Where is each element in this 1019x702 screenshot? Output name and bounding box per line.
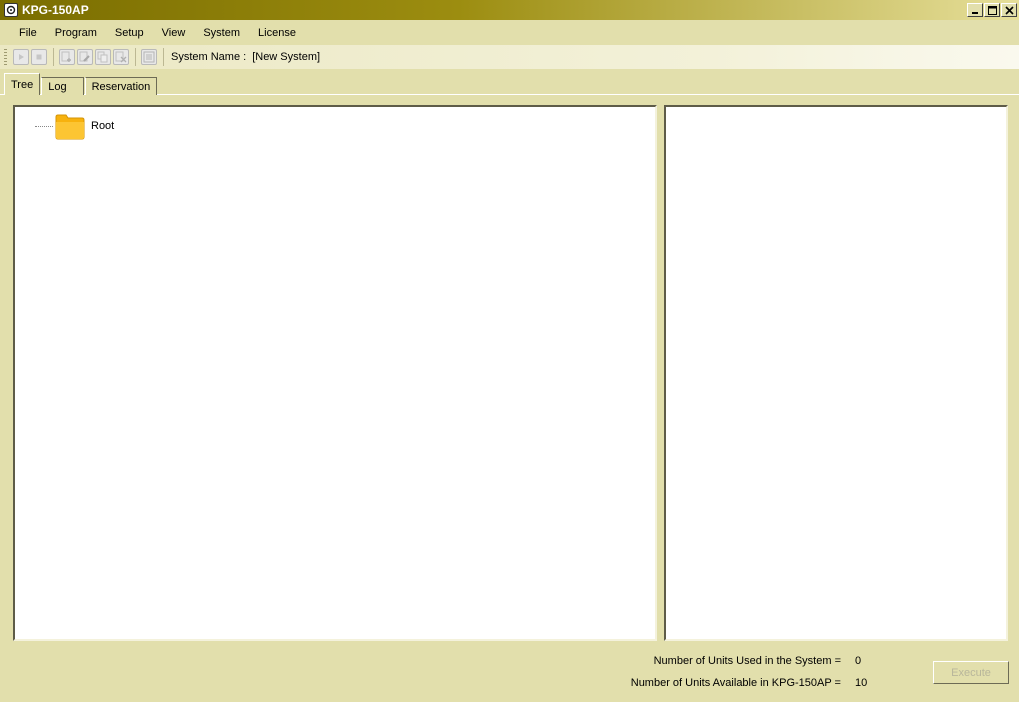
units-available-row: Number of Units Available in KPG-150AP =…: [600, 677, 868, 689]
toolbar-separator: [135, 48, 136, 66]
stop-icon[interactable]: [31, 49, 47, 65]
menu-view[interactable]: View: [153, 27, 195, 39]
delete-unit-icon[interactable]: [113, 49, 129, 65]
menu-file[interactable]: File: [10, 27, 46, 39]
system-name-value: [New System]: [252, 51, 321, 63]
toolbar-separator: [163, 48, 164, 66]
detail-panel[interactable]: [664, 105, 1008, 641]
toolbar-separator: [53, 48, 54, 66]
execute-button[interactable]: Execute: [933, 661, 1009, 684]
tree-node-root[interactable]: Root: [35, 112, 114, 140]
play-icon[interactable]: [13, 49, 29, 65]
tree-connector: [35, 125, 53, 127]
menu-bar: File Program Setup View System License: [0, 22, 1019, 44]
units-used-label: Number of Units Used in the System =: [653, 655, 841, 667]
units-used-value: 0: [855, 655, 862, 667]
title-bar: KPG-150AP: [0, 0, 1019, 20]
app-icon[interactable]: [4, 3, 18, 17]
properties-icon[interactable]: [141, 49, 157, 65]
close-button[interactable]: [1001, 3, 1017, 17]
toolbar-grip[interactable]: [4, 49, 7, 65]
system-name-label: System Name :: [171, 51, 247, 63]
units-available-label: Number of Units Available in KPG-150AP =: [630, 677, 841, 689]
folder-icon: [55, 112, 85, 140]
tab-tree[interactable]: Tree: [4, 73, 41, 95]
menu-system[interactable]: System: [194, 27, 249, 39]
tree-node-label: Root: [91, 120, 115, 132]
maximize-button[interactable]: [984, 3, 1000, 17]
tab-reservation[interactable]: Reservation: [84, 77, 158, 95]
add-unit-icon[interactable]: [59, 49, 75, 65]
tree-panel[interactable]: Root: [13, 105, 657, 641]
menu-license[interactable]: License: [249, 27, 305, 39]
edit-unit-icon[interactable]: [77, 49, 93, 65]
minimize-button[interactable]: [967, 3, 983, 17]
units-used-row: Number of Units Used in the System = 0: [600, 655, 862, 667]
units-available-value: 10: [855, 677, 868, 689]
menu-program[interactable]: Program: [46, 27, 106, 39]
copy-unit-icon[interactable]: [95, 49, 111, 65]
menu-setup[interactable]: Setup: [106, 27, 153, 39]
window-controls: [967, 3, 1017, 17]
tab-log[interactable]: Log: [41, 77, 84, 95]
window-title: KPG-150AP: [22, 3, 89, 17]
tab-strip: Tree Log Reservation: [4, 73, 158, 95]
toolbar: System Name : [New System]: [0, 45, 1019, 69]
